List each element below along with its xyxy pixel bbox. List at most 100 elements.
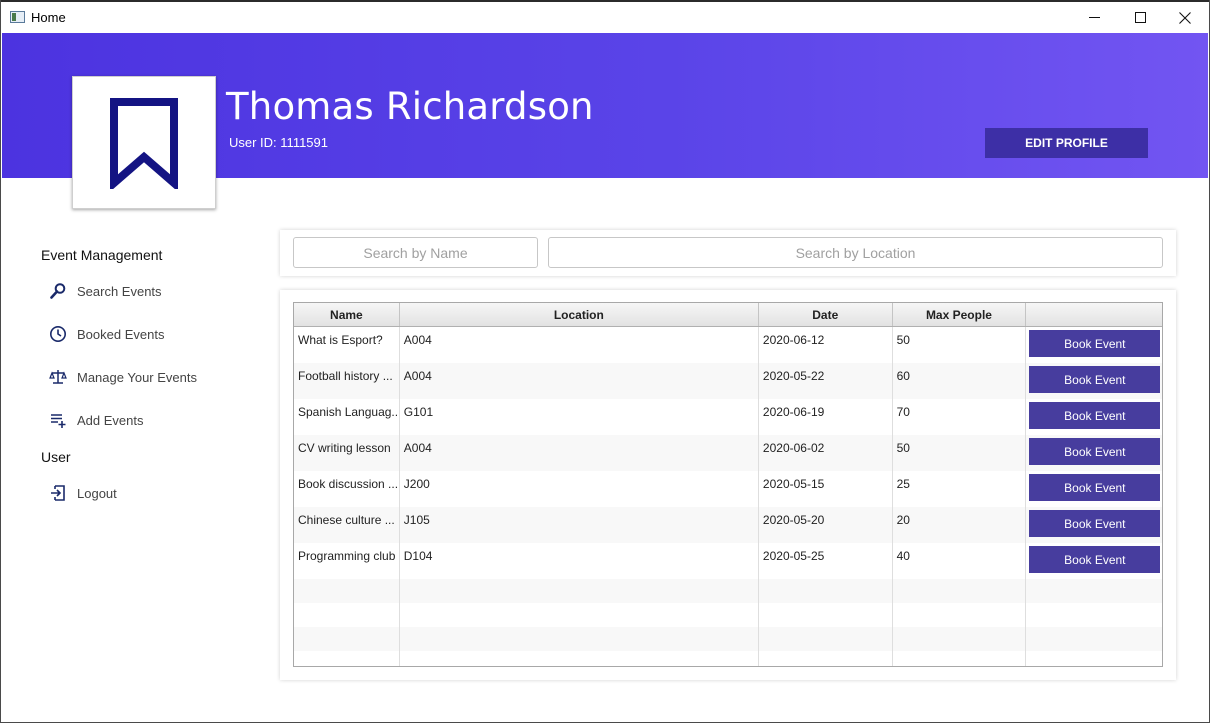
book-event-button[interactable]: Book Event (1029, 474, 1161, 501)
sidebar-item-logout[interactable]: Logout (48, 481, 117, 505)
table-row[interactable]: CV writing lesson A004 2020-06-02 50 Boo… (294, 435, 1162, 471)
logout-icon (48, 483, 68, 503)
empty-cell (893, 651, 1027, 666)
cell-max-people: 20 (893, 507, 1027, 543)
empty-cell (1026, 651, 1162, 666)
cell-date: 2020-05-25 (759, 543, 893, 579)
cell-action: Book Event (1026, 507, 1162, 543)
empty-cell (893, 627, 1027, 651)
search-panel (280, 230, 1176, 276)
edit-profile-button[interactable]: EDIT PROFILE (985, 128, 1148, 158)
empty-table-row (294, 627, 1162, 651)
cell-max-people: 70 (893, 399, 1027, 435)
empty-cell (759, 579, 893, 603)
cell-action: Book Event (1026, 399, 1162, 435)
window-titlebar: Home (0, 0, 1210, 33)
empty-cell (759, 651, 893, 666)
cell-date: 2020-06-12 (759, 327, 893, 363)
minimize-button[interactable] (1071, 2, 1117, 33)
empty-cell (400, 627, 759, 651)
sidebar-item-label: Booked Events (77, 326, 165, 342)
sidebar-item-booked-events[interactable]: Booked Events (48, 322, 164, 346)
empty-cell (893, 603, 1027, 627)
empty-cell (759, 627, 893, 651)
cell-date: 2020-06-02 (759, 435, 893, 471)
section-heading-event-management: Event Management (41, 247, 163, 263)
empty-cell (294, 627, 400, 651)
cell-name: Chinese culture ... (294, 507, 400, 543)
cell-name: Programming club (294, 543, 400, 579)
cell-location: J200 (400, 471, 759, 507)
book-event-button[interactable]: Book Event (1029, 366, 1161, 393)
table-row[interactable]: Football history ... A004 2020-05-22 60 … (294, 363, 1162, 399)
empty-cell (400, 603, 759, 627)
app-icon (10, 11, 25, 23)
close-button[interactable] (1162, 2, 1208, 33)
cell-action: Book Event (1026, 435, 1162, 471)
sidebar-item-label: Logout (77, 485, 117, 501)
cell-action: Book Event (1026, 543, 1162, 579)
search-icon (48, 281, 68, 301)
empty-cell (294, 579, 400, 603)
empty-cell (400, 579, 759, 603)
empty-cell (294, 603, 400, 627)
table-row[interactable]: Chinese culture ... J105 2020-05-20 20 B… (294, 507, 1162, 543)
sidebar-item-add-events[interactable]: Add Events (48, 408, 144, 432)
minimize-icon (1088, 17, 1100, 18)
clock-icon (48, 324, 68, 344)
bookmark-icon (110, 97, 178, 189)
table-row[interactable]: Programming club D104 2020-05-25 40 Book… (294, 543, 1162, 579)
user-id: User ID: 1111591 (229, 135, 328, 150)
empty-table-row (294, 651, 1162, 666)
playlist-add-icon (48, 410, 68, 430)
cell-location: A004 (400, 363, 759, 399)
book-event-button[interactable]: Book Event (1029, 438, 1161, 465)
empty-cell (400, 651, 759, 666)
cell-location: A004 (400, 435, 759, 471)
search-by-name-input[interactable] (293, 237, 538, 268)
table-row[interactable]: What is Esport? A004 2020-06-12 50 Book … (294, 327, 1162, 363)
column-header-location[interactable]: Location (400, 303, 759, 326)
sidebar-item-manage-events[interactable]: Manage Your Events (48, 365, 197, 389)
cell-name: What is Esport? (294, 327, 400, 363)
empty-cell (1026, 603, 1162, 627)
column-header-action[interactable] (1026, 303, 1162, 326)
user-name: Thomas Richardson (226, 85, 594, 128)
table-header: Name Location Date Max People (294, 303, 1162, 327)
column-header-date[interactable]: Date (759, 303, 893, 326)
events-table: Name Location Date Max People What is Es… (293, 302, 1163, 667)
events-table-panel: Name Location Date Max People What is Es… (280, 290, 1176, 680)
cell-date: 2020-06-19 (759, 399, 893, 435)
maximize-icon (1134, 12, 1146, 23)
empty-table-row (294, 603, 1162, 627)
cell-date: 2020-05-20 (759, 507, 893, 543)
cell-name: CV writing lesson (294, 435, 400, 471)
cell-name: Book discussion ... (294, 471, 400, 507)
cell-max-people: 40 (893, 543, 1027, 579)
maximize-button[interactable] (1117, 2, 1163, 33)
column-header-name[interactable]: Name (294, 303, 400, 326)
cell-max-people: 50 (893, 327, 1027, 363)
avatar (72, 76, 216, 209)
table-row[interactable]: Spanish Languag... G101 2020-06-19 70 Bo… (294, 399, 1162, 435)
book-event-button[interactable]: Book Event (1029, 510, 1161, 537)
cell-action: Book Event (1026, 363, 1162, 399)
empty-cell (1026, 579, 1162, 603)
column-header-max-people[interactable]: Max People (893, 303, 1027, 326)
book-event-button[interactable]: Book Event (1029, 330, 1161, 357)
empty-cell (294, 651, 400, 666)
sidebar-item-search-events[interactable]: Search Events (48, 279, 162, 303)
search-by-location-input[interactable] (548, 237, 1163, 268)
close-icon (1179, 11, 1191, 24)
cell-max-people: 50 (893, 435, 1027, 471)
empty-cell (893, 579, 1027, 603)
cell-location: A004 (400, 327, 759, 363)
cell-max-people: 25 (893, 471, 1027, 507)
section-heading-user: User (41, 449, 71, 465)
cell-max-people: 60 (893, 363, 1027, 399)
book-event-button[interactable]: Book Event (1029, 546, 1161, 573)
cell-action: Book Event (1026, 327, 1162, 363)
sidebar-item-label: Search Events (77, 283, 162, 299)
book-event-button[interactable]: Book Event (1029, 402, 1161, 429)
table-row[interactable]: Book discussion ... J200 2020-05-15 25 B… (294, 471, 1162, 507)
